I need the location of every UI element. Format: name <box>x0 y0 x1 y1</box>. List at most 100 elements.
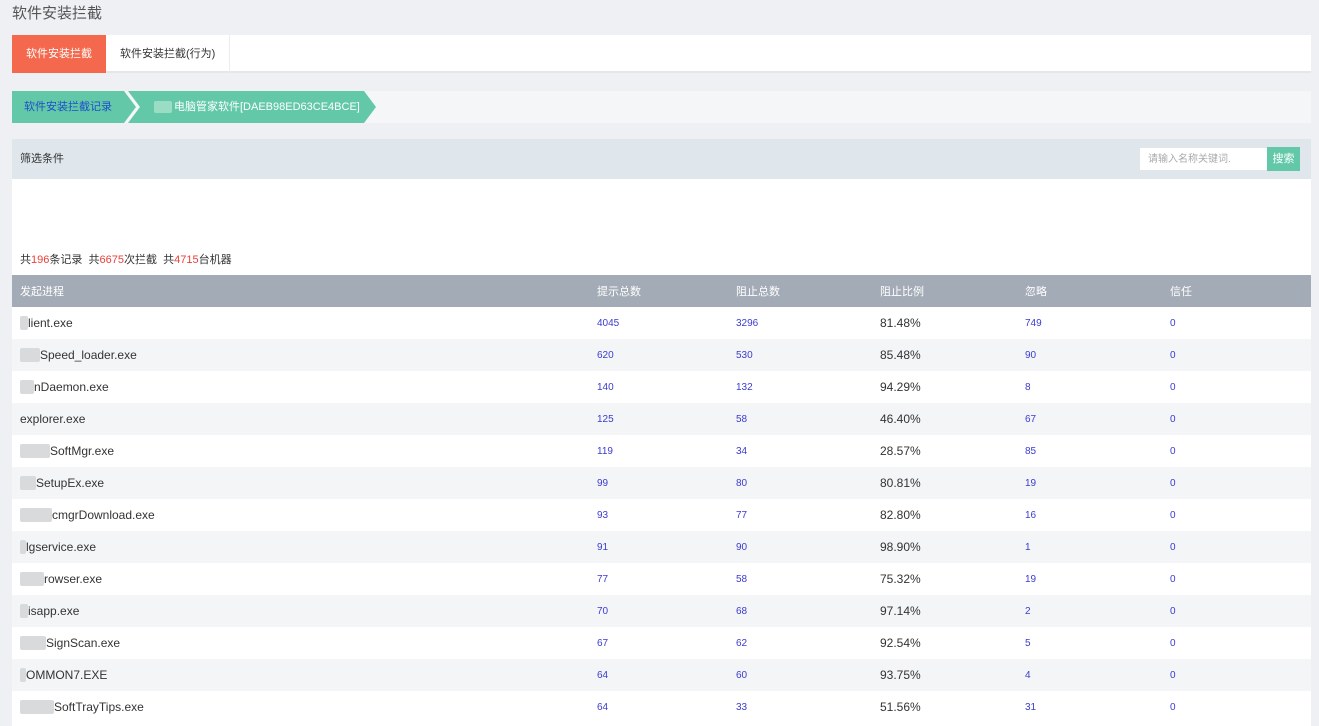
blocked-count-link-text[interactable]: 34 <box>736 446 747 457</box>
search-input[interactable] <box>1139 147 1271 171</box>
trusted-count-link-text[interactable]: 0 <box>1170 318 1176 329</box>
ignored-count-link[interactable]: 1 <box>1017 531 1162 563</box>
trusted-count-link[interactable]: 0 <box>1162 403 1311 435</box>
prompt-count-link[interactable]: 64 <box>589 659 728 691</box>
ignored-count-link[interactable]: 8 <box>1017 371 1162 403</box>
blocked-count-link[interactable]: 33 <box>728 691 872 723</box>
prompt-count-link-text[interactable]: 620 <box>597 350 614 361</box>
trusted-count-link-text[interactable]: 0 <box>1170 670 1176 681</box>
blocked-count-link[interactable]: 58 <box>728 563 872 595</box>
blocked-count-link-text[interactable]: 80 <box>736 478 747 489</box>
trusted-count-link[interactable]: 0 <box>1162 371 1311 403</box>
blocked-count-link-text[interactable]: 77 <box>736 510 747 521</box>
blocked-count-link[interactable]: 90 <box>728 531 872 563</box>
trusted-count-link-text[interactable]: 0 <box>1170 542 1176 553</box>
prompt-count-link-text[interactable]: 125 <box>597 414 614 425</box>
trusted-count-link-text[interactable]: 0 <box>1170 702 1176 713</box>
blocked-count-link[interactable]: 34 <box>728 435 872 467</box>
trusted-count-link-text[interactable]: 0 <box>1170 350 1176 361</box>
trusted-count-link-text[interactable]: 0 <box>1170 638 1176 649</box>
blocked-count-link[interactable]: 80 <box>728 467 872 499</box>
breadcrumb-records-link[interactable]: 软件安装拦截记录 <box>12 91 136 123</box>
ignored-count-link-text[interactable]: 19 <box>1025 574 1036 585</box>
ignored-count-link-text[interactable]: 5 <box>1025 638 1031 649</box>
search-button[interactable]: 搜索 <box>1267 147 1300 171</box>
column-header-blocked[interactable]: 阻止总数 <box>728 275 872 307</box>
prompt-count-link[interactable]: 99 <box>589 467 728 499</box>
ignored-count-link-text[interactable]: 749 <box>1025 318 1042 329</box>
prompt-count-link[interactable]: 77 <box>589 563 728 595</box>
blocked-count-link[interactable]: 132 <box>728 371 872 403</box>
trusted-count-link[interactable]: 0 <box>1162 563 1311 595</box>
prompt-count-link-text[interactable]: 67 <box>597 638 608 649</box>
ignored-count-link[interactable]: 2 <box>1017 595 1162 627</box>
trusted-count-link-text[interactable]: 0 <box>1170 382 1176 393</box>
prompt-count-link-text[interactable]: 77 <box>597 574 608 585</box>
trusted-count-link[interactable]: 0 <box>1162 435 1311 467</box>
trusted-count-link-text[interactable]: 0 <box>1170 574 1176 585</box>
prompt-count-link-text[interactable]: 91 <box>597 542 608 553</box>
column-header-process[interactable]: 发起进程 <box>12 275 589 307</box>
ignored-count-link[interactable]: 19 <box>1017 467 1162 499</box>
ignored-count-link-text[interactable]: 16 <box>1025 510 1036 521</box>
ignored-count-link-text[interactable]: 19 <box>1025 478 1036 489</box>
blocked-count-link-text[interactable]: 33 <box>736 702 747 713</box>
blocked-count-link[interactable]: 3296 <box>728 307 872 339</box>
trusted-count-link-text[interactable]: 0 <box>1170 606 1176 617</box>
prompt-count-link-text[interactable]: 99 <box>597 478 608 489</box>
trusted-count-link[interactable]: 0 <box>1162 691 1311 723</box>
prompt-count-link-text[interactable]: 4045 <box>597 318 619 329</box>
ignored-count-link[interactable]: 749 <box>1017 307 1162 339</box>
trusted-count-link[interactable]: 0 <box>1162 307 1311 339</box>
trusted-count-link[interactable]: 0 <box>1162 467 1311 499</box>
trusted-count-link-text[interactable]: 0 <box>1170 446 1176 457</box>
ignored-count-link-text[interactable]: 85 <box>1025 446 1036 457</box>
column-header-prompts[interactable]: 提示总数 <box>589 275 728 307</box>
blocked-count-link[interactable]: 68 <box>728 595 872 627</box>
blocked-count-link-text[interactable]: 58 <box>736 414 747 425</box>
column-header-ignored[interactable]: 忽略 <box>1017 275 1162 307</box>
blocked-count-link-text[interactable]: 530 <box>736 350 753 361</box>
prompt-count-link[interactable]: 4045 <box>589 307 728 339</box>
tab-software-install-block-behavior[interactable]: 软件安装拦截(行为) <box>106 35 231 73</box>
blocked-count-link-text[interactable]: 68 <box>736 606 747 617</box>
column-header-ratio[interactable]: 阻止比例 <box>872 275 1017 307</box>
prompt-count-link-text[interactable]: 140 <box>597 382 614 393</box>
prompt-count-link[interactable]: 620 <box>589 339 728 371</box>
prompt-count-link[interactable]: 67 <box>589 627 728 659</box>
column-header-trusted[interactable]: 信任 <box>1162 275 1311 307</box>
trusted-count-link-text[interactable]: 0 <box>1170 478 1176 489</box>
trusted-count-link[interactable]: 0 <box>1162 659 1311 691</box>
blocked-count-link-text[interactable]: 132 <box>736 382 753 393</box>
ignored-count-link-text[interactable]: 67 <box>1025 414 1036 425</box>
prompt-count-link[interactable]: 119 <box>589 435 728 467</box>
trusted-count-link[interactable]: 0 <box>1162 531 1311 563</box>
ignored-count-link-text[interactable]: 2 <box>1025 606 1031 617</box>
prompt-count-link[interactable]: 125 <box>589 403 728 435</box>
blocked-count-link-text[interactable]: 58 <box>736 574 747 585</box>
trusted-count-link[interactable]: 0 <box>1162 339 1311 371</box>
ignored-count-link-text[interactable]: 90 <box>1025 350 1036 361</box>
ignored-count-link[interactable]: 5 <box>1017 627 1162 659</box>
ignored-count-link[interactable]: 67 <box>1017 403 1162 435</box>
ignored-count-link[interactable]: 90 <box>1017 339 1162 371</box>
blocked-count-link[interactable]: 62 <box>728 627 872 659</box>
ignored-count-link-text[interactable]: 4 <box>1025 670 1031 681</box>
prompt-count-link-text[interactable]: 64 <box>597 702 608 713</box>
ignored-count-link[interactable]: 4 <box>1017 659 1162 691</box>
blocked-count-link-text[interactable]: 60 <box>736 670 747 681</box>
ignored-count-link[interactable]: 85 <box>1017 435 1162 467</box>
trusted-count-link-text[interactable]: 0 <box>1170 414 1176 425</box>
blocked-count-link[interactable]: 530 <box>728 339 872 371</box>
ignored-count-link[interactable]: 31 <box>1017 691 1162 723</box>
blocked-count-link-text[interactable]: 62 <box>736 638 747 649</box>
blocked-count-link[interactable]: 58 <box>728 403 872 435</box>
prompt-count-link[interactable]: 64 <box>589 691 728 723</box>
prompt-count-link-text[interactable]: 64 <box>597 670 608 681</box>
prompt-count-link[interactable]: 140 <box>589 371 728 403</box>
ignored-count-link[interactable]: 16 <box>1017 499 1162 531</box>
tab-software-install-block[interactable]: 软件安装拦截 <box>12 35 106 73</box>
trusted-count-link[interactable]: 0 <box>1162 627 1311 659</box>
prompt-count-link-text[interactable]: 70 <box>597 606 608 617</box>
ignored-count-link-text[interactable]: 1 <box>1025 542 1031 553</box>
